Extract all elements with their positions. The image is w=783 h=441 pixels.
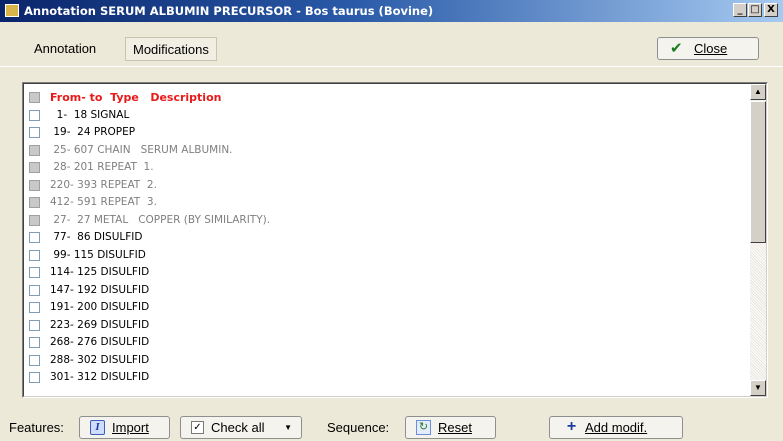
list-item[interactable]: 301- 312 DISULFID: [27, 369, 747, 387]
select-all-checkbox[interactable]: [29, 92, 40, 103]
row-checkbox[interactable]: [29, 179, 40, 191]
list-item[interactable]: 223- 269 DISULFID: [27, 317, 747, 335]
row-checkbox[interactable]: [29, 267, 40, 278]
row-checkbox[interactable]: [29, 214, 40, 226]
row-checkbox[interactable]: [29, 354, 40, 366]
row-checkbox[interactable]: [29, 319, 40, 331]
row-text: 1- 18 SIGNAL: [50, 108, 130, 121]
info-import-icon: I: [90, 420, 105, 435]
list-item[interactable]: 25- 607 CHAIN SERUM ALBUMIN.: [27, 142, 747, 160]
scroll-down-icon[interactable]: ▼: [750, 380, 766, 396]
scroll-up-icon[interactable]: ▲: [750, 84, 766, 100]
import-button[interactable]: I Import: [79, 416, 170, 439]
row-text: 147- 192 DISULFID: [50, 283, 150, 296]
minimize-button[interactable]: _: [733, 3, 747, 17]
modifications-list[interactable]: From- to Type Description 1- 18 SIGNAL 1…: [22, 82, 768, 398]
row-text: 288- 302 DISULFID: [50, 353, 150, 366]
row-checkbox[interactable]: [29, 127, 40, 138]
row-text: 301- 312 DISULFID: [50, 371, 150, 383]
divider: [0, 66, 783, 70]
list-item[interactable]: 1- 18 SIGNAL: [27, 107, 747, 125]
row-checkbox[interactable]: [29, 144, 40, 156]
maximize-button[interactable]: □: [748, 3, 762, 17]
list-item[interactable]: 412- 591 REPEAT 3.: [27, 194, 747, 212]
list-header-row[interactable]: From- to Type Description: [27, 89, 747, 107]
list-item[interactable]: 77- 86 DISULFID: [27, 229, 747, 247]
plus-icon: +: [566, 418, 577, 435]
list-header: From- to Type Description: [50, 91, 222, 104]
window-title: Annotation SERUM ALBUMIN PRECURSOR - Bos…: [24, 4, 434, 18]
check-all-label: Check all: [211, 420, 265, 435]
title-bar[interactable]: Annotation SERUM ALBUMIN PRECURSOR - Bos…: [0, 0, 783, 22]
row-checkbox[interactable]: [29, 162, 40, 173]
add-modif-button[interactable]: + Add modif.: [549, 416, 683, 439]
row-checkbox[interactable]: [29, 372, 40, 383]
row-checkbox[interactable]: [29, 302, 40, 313]
row-text: 77- 86 DISULFID: [50, 231, 143, 243]
list-item[interactable]: 19- 24 PROPEP: [27, 124, 747, 142]
row-checkbox[interactable]: [29, 197, 40, 208]
checkbox-icon: ✓: [191, 421, 204, 434]
row-text: 412- 591 REPEAT 3.: [50, 196, 157, 208]
close-button[interactable]: ✔ Close: [657, 37, 759, 60]
list-item[interactable]: 28- 201 REPEAT 1.: [27, 159, 747, 177]
list-item[interactable]: 114- 125 DISULFID: [27, 264, 747, 282]
bottom-toolbar: Features: I Import ✓ Check all ▼ Sequenc…: [0, 413, 783, 441]
tab-annotation[interactable]: Annotation: [34, 37, 96, 61]
scroll-thumb[interactable]: [750, 101, 766, 243]
tab-modifications[interactable]: Modifications: [125, 37, 217, 61]
list-rows: From- to Type Description 1- 18 SIGNAL 1…: [27, 89, 747, 387]
chevron-down-icon: ▼: [284, 423, 292, 432]
features-label: Features:: [9, 420, 64, 435]
window-close-button[interactable]: X: [764, 3, 778, 17]
list-item[interactable]: 268- 276 DISULFID: [27, 334, 747, 352]
row-checkbox[interactable]: [29, 109, 40, 121]
check-icon: ✔: [670, 40, 683, 57]
sequence-label: Sequence:: [327, 420, 390, 435]
list-item[interactable]: 99- 115 DISULFID: [27, 247, 747, 265]
vertical-scrollbar[interactable]: ▲ ▼: [750, 84, 766, 396]
list-item[interactable]: 220- 393 REPEAT 2.: [27, 177, 747, 195]
row-text: 114- 125 DISULFID: [50, 266, 150, 278]
list-item[interactable]: 27- 27 METAL COPPER (BY SIMILARITY).: [27, 212, 747, 230]
row-text: 27- 27 METAL COPPER (BY SIMILARITY).: [50, 213, 271, 226]
import-button-label: Import: [112, 420, 149, 435]
row-text: 28- 201 REPEAT 1.: [50, 161, 154, 173]
row-text: 191- 200 DISULFID: [50, 301, 150, 313]
row-text: 223- 269 DISULFID: [50, 318, 150, 331]
row-text: 268- 276 DISULFID: [50, 336, 150, 348]
row-checkbox[interactable]: [29, 249, 40, 261]
list-item[interactable]: 191- 200 DISULFID: [27, 299, 747, 317]
row-checkbox[interactable]: [29, 337, 40, 348]
row-text: 25- 607 CHAIN SERUM ALBUMIN.: [50, 143, 233, 156]
refresh-icon: ↻: [416, 420, 431, 435]
reset-button[interactable]: ↻ Reset: [405, 416, 496, 439]
reset-button-label: Reset: [438, 420, 472, 435]
row-text: 99- 115 DISULFID: [50, 248, 146, 261]
list-item[interactable]: 147- 192 DISULFID: [27, 282, 747, 300]
check-all-dropdown[interactable]: ✓ Check all ▼: [180, 416, 302, 439]
close-button-label: Close: [694, 41, 728, 56]
add-modif-label: Add modif.: [585, 420, 648, 435]
app-icon: [5, 4, 19, 17]
row-checkbox[interactable]: [29, 284, 40, 296]
row-text: 19- 24 PROPEP: [50, 126, 136, 138]
row-checkbox[interactable]: [29, 232, 40, 243]
list-item[interactable]: 288- 302 DISULFID: [27, 352, 747, 370]
row-text: 220- 393 REPEAT 2.: [50, 178, 157, 191]
